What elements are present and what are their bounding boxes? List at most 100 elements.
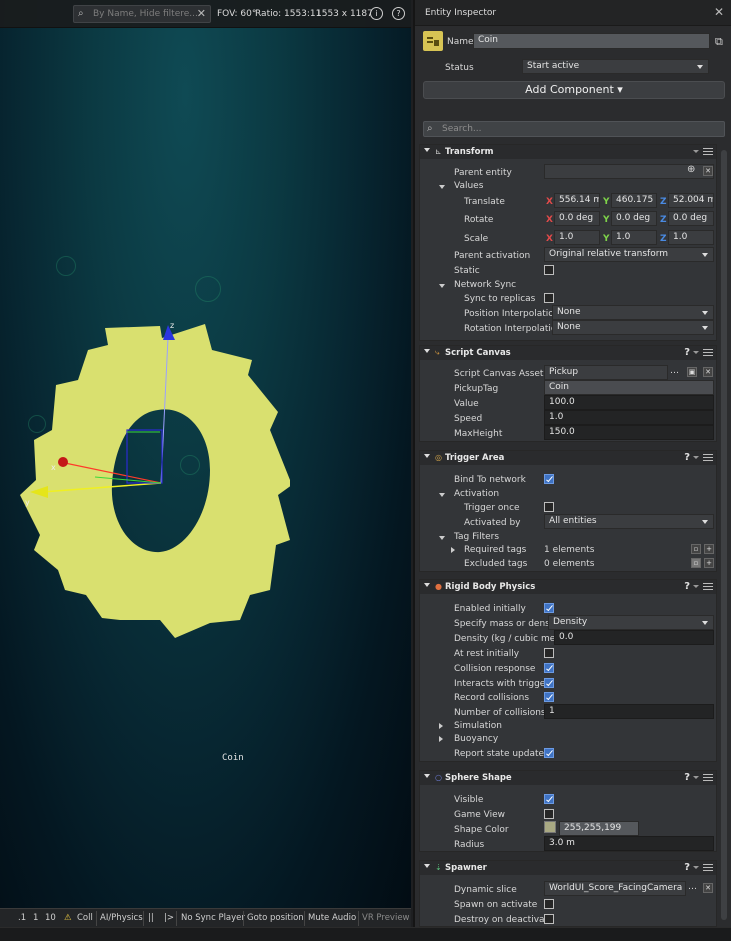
max-height-input[interactable]: 150.0 xyxy=(544,425,714,440)
dropdown-icon[interactable] xyxy=(693,585,699,588)
dropdown-icon[interactable] xyxy=(693,776,699,779)
record-collisions-checkbox[interactable] xyxy=(544,692,554,702)
menu-icon[interactable] xyxy=(703,583,713,590)
dropdown-icon[interactable] xyxy=(693,150,699,153)
spawn-on-activate-checkbox[interactable] xyxy=(544,899,554,909)
at-rest-checkbox[interactable] xyxy=(544,648,554,658)
collapse-arrow-icon[interactable] xyxy=(424,864,430,868)
collapse-arrow-icon[interactable] xyxy=(424,454,430,458)
num-collisions-input[interactable]: 1 xyxy=(544,704,714,719)
dropdown-icon[interactable] xyxy=(693,866,699,869)
clear-search-icon[interactable]: ✕ xyxy=(197,7,206,20)
mute-audio-toggle[interactable]: Mute Audio xyxy=(308,913,356,923)
no-sync-player-toggle[interactable]: No Sync Player xyxy=(181,913,245,923)
pickup-tag-input[interactable]: Coin xyxy=(544,380,714,395)
clear-icon[interactable]: ✕ xyxy=(703,367,713,377)
buoyancy-arrow-icon[interactable] xyxy=(439,736,443,742)
close-icon[interactable]: ✕ xyxy=(714,5,724,19)
rotation-interp-dropdown[interactable]: None xyxy=(552,320,714,335)
collapse-arrow-icon[interactable] xyxy=(424,583,430,587)
rotate-x[interactable]: 0.0 deg xyxy=(554,211,600,226)
rotate-z[interactable]: 0.0 deg xyxy=(668,211,714,226)
help-icon[interactable]: ? xyxy=(684,772,690,783)
component-search[interactable]: ⌕ Search... xyxy=(423,121,725,137)
entity-icon[interactable] xyxy=(423,31,443,51)
clear-tags-icon[interactable]: ▫ xyxy=(691,544,701,554)
translate-y[interactable]: 460.175 m xyxy=(611,193,657,208)
required-tags-arrow-icon[interactable] xyxy=(451,547,455,553)
destroy-on-deactivate-checkbox[interactable] xyxy=(544,914,554,924)
scale-z[interactable]: 1.0 xyxy=(668,230,714,245)
viewport-search[interactable]: ⌕ By Name, Hide filtere... ✕ xyxy=(73,5,211,23)
values-arrow-icon[interactable] xyxy=(439,185,445,189)
add-tag-icon[interactable]: + xyxy=(704,544,714,554)
static-checkbox[interactable] xyxy=(544,265,554,275)
parent-activation-dropdown[interactable]: Original relative transform xyxy=(544,247,714,262)
shape-color-input[interactable]: 255,255,199 xyxy=(559,821,639,836)
speed-ten[interactable]: 10 xyxy=(45,913,56,923)
step-button[interactable]: |> xyxy=(164,913,174,923)
vr-preview-toggle[interactable]: VR Preview xyxy=(362,913,410,923)
collision-toggle[interactable]: Coll xyxy=(77,913,93,923)
add-tag-icon[interactable]: + xyxy=(704,558,714,568)
speed-point-one[interactable]: .1 xyxy=(18,913,26,923)
visible-checkbox[interactable] xyxy=(544,794,554,804)
help-icon[interactable]: ? xyxy=(684,581,690,592)
simulation-arrow-icon[interactable] xyxy=(439,723,443,729)
menu-icon[interactable] xyxy=(703,454,713,461)
mass-density-dropdown[interactable]: Density xyxy=(548,615,714,630)
clear-icon[interactable]: ✕ xyxy=(703,883,713,893)
name-input[interactable]: Coin xyxy=(473,33,710,49)
spawner-header[interactable]: ⇣ Spawner ? xyxy=(420,861,716,875)
color-swatch[interactable] xyxy=(544,821,556,833)
radius-input[interactable]: 3.0 m xyxy=(544,836,714,851)
trigger-once-checkbox[interactable] xyxy=(544,502,554,512)
target-icon[interactable]: ⊕ xyxy=(687,164,695,175)
position-interp-dropdown[interactable]: None xyxy=(552,305,714,320)
clear-tags-icon[interactable]: ▫ xyxy=(691,558,701,568)
info-icon[interactable]: i xyxy=(370,7,383,20)
enabled-initially-checkbox[interactable] xyxy=(544,603,554,613)
help-icon[interactable]: ? xyxy=(684,452,690,463)
inspector-scrollbar[interactable] xyxy=(721,150,727,920)
trigger-area-header[interactable]: ◎ Trigger Area ? xyxy=(420,451,716,465)
menu-icon[interactable] xyxy=(703,148,713,155)
network-sync-arrow-icon[interactable] xyxy=(439,284,445,288)
report-state-checkbox[interactable] xyxy=(544,748,554,758)
tag-filters-arrow-icon[interactable] xyxy=(439,536,445,540)
dynamic-slice-field[interactable]: WorldUI_Score_FacingCamera xyxy=(544,881,686,896)
script-canvas-header[interactable]: ⤷ Script Canvas ? xyxy=(420,346,716,360)
status-dropdown[interactable]: Start active xyxy=(522,59,709,74)
ai-physics-toggle[interactable]: AI/Physics xyxy=(100,913,143,923)
activation-arrow-icon[interactable] xyxy=(439,493,445,497)
help-icon[interactable]: ? xyxy=(684,862,690,873)
collision-response-checkbox[interactable] xyxy=(544,663,554,673)
collapse-arrow-icon[interactable] xyxy=(424,349,430,353)
collapse-arrow-icon[interactable] xyxy=(424,148,430,152)
menu-icon[interactable] xyxy=(703,864,713,871)
interacts-triggers-checkbox[interactable] xyxy=(544,678,554,688)
game-view-checkbox[interactable] xyxy=(544,809,554,819)
speed-one[interactable]: 1 xyxy=(33,913,38,923)
open-editor-icon[interactable]: ▣ xyxy=(687,367,697,377)
goto-position-button[interactable]: Goto position xyxy=(247,913,304,923)
sphere-shape-header[interactable]: ○ Sphere Shape ? xyxy=(420,771,716,785)
viewport[interactable]: ⌕ By Name, Hide filtere... ✕ FOV: 60° Ra… xyxy=(0,0,411,941)
scale-x[interactable]: 1.0 xyxy=(554,230,600,245)
transform-header[interactable]: ⊾ Transform xyxy=(420,145,716,159)
dropdown-icon[interactable] xyxy=(693,456,699,459)
translate-z[interactable]: 52.004 m xyxy=(668,193,714,208)
density-input[interactable]: 0.0 xyxy=(554,630,714,645)
speed-input[interactable]: 1.0 xyxy=(544,410,714,425)
browse-button[interactable]: … xyxy=(670,366,679,376)
activated-by-dropdown[interactable]: All entities xyxy=(544,514,714,529)
collapse-arrow-icon[interactable] xyxy=(424,774,430,778)
browse-button[interactable]: … xyxy=(688,882,697,892)
scale-y[interactable]: 1.0 xyxy=(611,230,657,245)
menu-icon[interactable] xyxy=(703,349,713,356)
sync-replicas-checkbox[interactable] xyxy=(544,293,554,303)
pause-button[interactable]: || xyxy=(148,913,154,923)
help-icon[interactable]: ? xyxy=(684,347,690,358)
value-input[interactable]: 100.0 xyxy=(544,395,714,410)
bind-network-checkbox[interactable] xyxy=(544,474,554,484)
